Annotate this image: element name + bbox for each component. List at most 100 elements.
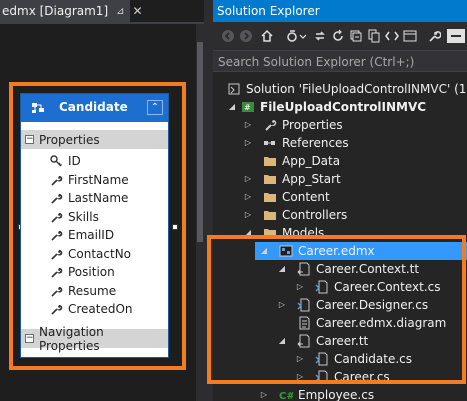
entity-property-label: Resume: [68, 283, 117, 298]
entity-property-label: FirstName: [68, 172, 129, 187]
entity-property-label: ID: [68, 154, 81, 169]
tree-item-label: Employee.cs: [298, 388, 375, 401]
wrench-icon: [265, 119, 277, 131]
references-icon: [264, 141, 275, 145]
key-property-icon: [50, 155, 62, 167]
folder-icon: [264, 175, 276, 184]
solution-explorer-title: Solution Explorer: [217, 4, 320, 18]
navigation-section-label: Navigation Properties: [39, 324, 104, 353]
entity-property[interactable]: ID: [21, 152, 168, 171]
entity-name: Candidate: [59, 100, 128, 114]
tree-item-label: FileUploadControlINMVC: [260, 100, 427, 114]
scalar-property-icon: [51, 268, 63, 278]
svg-text:#: #: [244, 103, 251, 112]
solution-explorer-titlebar[interactable]: Solution Explorer: [213, 0, 467, 22]
entity-type-icon: [32, 103, 44, 113]
pin-icon[interactable]: ⊿: [116, 6, 124, 17]
entity-property-label: Skills: [68, 209, 99, 224]
entity-property[interactable]: Resume: [21, 282, 168, 301]
folder-icon: [264, 193, 276, 202]
properties-section-header[interactable]: − Properties: [21, 130, 168, 149]
designer-pane: edmx [Diagram1] ⊿ ✕ Candidate ⌃ − Proper…: [0, 0, 204, 401]
entity-property[interactable]: Position: [21, 263, 168, 282]
pending-changes-icon[interactable]: [313, 29, 327, 43]
chevron-up-icon[interactable]: ⌃: [147, 100, 163, 115]
tree-item[interactable]: App_Data: [213, 152, 467, 170]
navigation-section-header[interactable]: − Navigation Properties: [21, 325, 168, 353]
scalar-property-icon: [51, 305, 63, 315]
tree-item-label: Solution 'FileUploadControlINMVC' (1 pro: [246, 82, 467, 96]
tree-item[interactable]: ▷ C# Employee.cs: [213, 386, 467, 401]
tree-item-label: Properties: [282, 118, 343, 132]
scalar-property-icon: [51, 231, 63, 241]
solution-explorer-toolbar: [213, 22, 467, 50]
search-placeholder: Search Solution Explorer (Ctrl+;): [218, 55, 415, 69]
entity-property[interactable]: CreatedOn: [21, 300, 168, 319]
solution-icon: [228, 83, 240, 95]
tree-highlight-box: [207, 235, 466, 384]
preview-selected-icon[interactable]: [447, 29, 465, 43]
scalar-property-icon: [51, 175, 63, 186]
tree-item[interactable]: ▷ Content: [213, 188, 467, 206]
tree-item-label: Controllers: [282, 208, 348, 222]
resize-handle-right[interactable]: [172, 224, 178, 230]
document-tab-title: edmx [Diagram1]: [2, 4, 109, 18]
home-icon[interactable]: [260, 29, 274, 43]
collapsed-arrow-icon[interactable]: ▷: [259, 390, 269, 400]
scalar-property-icon: [51, 194, 63, 204]
tree-item[interactable]: ◢ # FileUploadControlINMVC: [213, 98, 467, 116]
folder-icon: [264, 211, 276, 220]
properties-section-label: Properties: [39, 132, 100, 147]
entity-property[interactable]: ContactNo: [21, 245, 168, 264]
designer-scrollbar[interactable]: [196, 24, 204, 401]
entity-body: − Properties ID FirstName LastName Skills Em…: [21, 122, 168, 357]
scalar-property-icon: [51, 286, 63, 297]
collapsed-arrow-icon[interactable]: ▷: [243, 192, 253, 202]
view-designer-icon[interactable]: [403, 29, 417, 43]
entity-property-label: CreatedOn: [68, 302, 133, 317]
view-code-icon[interactable]: [385, 29, 399, 43]
tree-item[interactable]: ▷ References: [213, 134, 467, 152]
refresh-icon[interactable]: [331, 29, 345, 43]
collapse-minus-icon[interactable]: −: [25, 135, 34, 144]
document-tab[interactable]: edmx [Diagram1] ⊿ ✕: [0, 0, 143, 22]
forward-icon[interactable]: [239, 29, 253, 43]
tree-item[interactable]: Solution 'FileUploadControlINMVC' (1 pro: [213, 80, 467, 98]
scrollbar-thumb[interactable]: [197, 42, 203, 242]
csharp-project-icon: #: [242, 102, 254, 112]
collapse-all-icon[interactable]: [349, 29, 363, 43]
collapsed-arrow-icon[interactable]: ▷: [243, 210, 253, 220]
tree-item[interactable]: ▷ Controllers: [213, 206, 467, 224]
entity-property-label: LastName: [68, 191, 129, 206]
entity-property[interactable]: FirstName: [21, 171, 168, 190]
tree-item-label: Content: [282, 190, 330, 204]
tree-item-label: App_Data: [282, 154, 341, 168]
collapse-minus-icon[interactable]: −: [25, 334, 34, 343]
close-icon[interactable]: ✕: [133, 4, 143, 18]
tree-item[interactable]: ▷ Properties: [213, 116, 467, 134]
tree-item[interactable]: ▷ App_Start: [213, 170, 467, 188]
entity-property[interactable]: LastName: [21, 189, 168, 208]
scalar-property-icon: [51, 212, 63, 223]
sync-active-icon[interactable]: [285, 29, 299, 43]
scalar-property-icon: [51, 249, 63, 260]
collapsed-arrow-icon[interactable]: ▷: [243, 174, 253, 184]
entity-header[interactable]: Candidate ⌃: [21, 94, 168, 122]
show-all-files-icon[interactable]: [367, 29, 381, 43]
tree-item-label: App_Start: [282, 172, 341, 186]
entity-property-label: Position: [68, 265, 115, 280]
entity-property[interactable]: Skills: [21, 208, 168, 227]
entity-property-label: EmailID: [68, 228, 115, 243]
entity-property[interactable]: EmailID: [21, 226, 168, 245]
expanded-arrow-icon[interactable]: ◢: [227, 102, 237, 112]
search-input[interactable]: Search Solution Explorer (Ctrl+;): [213, 50, 467, 72]
entity-shape-candidate[interactable]: Candidate ⌃ − Properties ID FirstName Last…: [20, 93, 169, 358]
entity-property-label: ContactNo: [68, 246, 132, 261]
chevron-down-icon[interactable]: [299, 29, 307, 43]
folder-icon: [264, 157, 276, 166]
collapsed-arrow-icon[interactable]: ▷: [243, 120, 253, 130]
tree-item-label: References: [282, 136, 349, 150]
collapsed-arrow-icon[interactable]: ▷: [243, 138, 253, 148]
back-icon[interactable]: [221, 29, 235, 43]
properties-wrench-icon[interactable]: [427, 29, 441, 43]
